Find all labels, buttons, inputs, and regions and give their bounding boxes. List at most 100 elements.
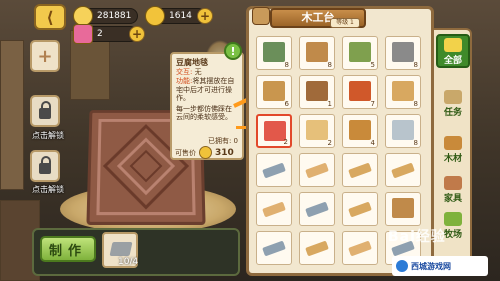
gold-value: 281881 (97, 11, 132, 21)
pipe-icon (262, 162, 286, 179)
furniture-icon (444, 176, 462, 190)
plus-icon: + (37, 45, 53, 67)
item-slot[interactable]: 5 (342, 36, 378, 70)
tooltip-effect-key: 交互: (176, 68, 193, 76)
item-count: 6 (284, 100, 289, 108)
metal-bar-icon (262, 240, 286, 257)
tooltip-price: 可售价 310 (175, 146, 234, 159)
back-button[interactable]: ⟨ (34, 4, 66, 30)
item-slot[interactable] (342, 231, 378, 265)
locked-slot-1[interactable] (30, 95, 60, 127)
gem-icon (73, 24, 93, 44)
item-count: 1 (327, 100, 332, 108)
item-slot[interactable] (342, 192, 378, 226)
plank-icon (348, 240, 372, 257)
tab-0[interactable]: 全部 (436, 34, 470, 68)
item-slot[interactable] (256, 153, 292, 187)
sink-icon (392, 120, 414, 140)
tooltip-owned: 已拥有: 0 (207, 137, 238, 145)
item-slot[interactable]: 6 (256, 75, 292, 109)
striped-box-icon (392, 81, 414, 101)
red-cabinet-icon (349, 81, 371, 101)
tooltip-flavor: 每一步都仿佛踩在云间的柔软感受。 (176, 104, 232, 122)
coin-value: 1614 (169, 11, 192, 21)
lock-icon (39, 101, 51, 119)
item-slot[interactable]: 8 (385, 36, 421, 70)
tooltip-desc-key: 功能: (176, 77, 193, 85)
price-value: 310 (215, 147, 234, 158)
tooltip-effect-value: 无 (194, 68, 202, 76)
folding-chair-icon (392, 42, 414, 62)
item-slot[interactable] (299, 231, 335, 265)
watermark-text: Bai经验 (388, 229, 446, 245)
ranch-icon (444, 212, 462, 226)
item-slot[interactable] (385, 192, 421, 226)
tab-2[interactable]: 木材 (436, 130, 470, 164)
unlock-label: 点击解锁 (32, 185, 64, 194)
gem-value: 2 (97, 29, 103, 39)
back-arrow-icon: ⟨ (46, 7, 54, 27)
plank-icon (391, 162, 415, 179)
chair-icon (392, 198, 414, 218)
add-coins-button[interactable]: + (197, 8, 213, 24)
plank-icon (348, 162, 372, 179)
item-slot[interactable]: 8 (385, 75, 421, 109)
level-badge: 等级 1 (330, 18, 360, 28)
material-count: 10/4 (118, 257, 139, 267)
item-slot[interactable] (299, 192, 335, 226)
plank-icon (348, 201, 372, 218)
add-slot-button[interactable]: + (30, 40, 60, 72)
scroll-icon (444, 90, 462, 104)
dog-house-icon (349, 120, 371, 140)
item-slot[interactable] (342, 153, 378, 187)
site-logo-icon (396, 260, 408, 272)
wood-icon (444, 136, 462, 150)
metal-bar-icon (305, 201, 329, 218)
item-slot[interactable]: 2 (299, 114, 335, 148)
item-slot[interactable]: 8 (299, 36, 335, 70)
tab-3[interactable]: 家具 (436, 170, 470, 204)
item-slot[interactable]: 4 (342, 114, 378, 148)
item-count: 7 (370, 100, 375, 108)
tab-label: 家具 (443, 194, 462, 204)
coin-counter: 1614 + (145, 6, 213, 26)
tab-label: 任务 (443, 108, 462, 118)
unlock-label: 点击解锁 (32, 131, 64, 140)
item-slot[interactable]: 7 (342, 75, 378, 109)
item-count: 8 (413, 100, 418, 108)
item-tooltip: 豆腐地毯 交互: 无 功能:将其摆放在自宅中后才可进行操作。 每一步都仿佛踩在云… (170, 52, 244, 160)
watermark-site-label: 西城游戏网 (411, 261, 451, 271)
tab-label: 全部 (443, 56, 462, 66)
gem-counter: 2 + (73, 24, 145, 44)
item-slot[interactable]: 8 (385, 114, 421, 148)
tab-label: 牧场 (443, 230, 462, 240)
gold-coin-icon (73, 6, 93, 26)
lock-icon (39, 156, 51, 174)
make-button[interactable]: 制作 (40, 236, 96, 262)
item-slot[interactable]: 1 (299, 75, 335, 109)
green-bench-icon (349, 42, 371, 62)
exclamation-icon: ! (230, 44, 236, 58)
item-slot[interactable] (299, 153, 335, 187)
item-count: 5 (370, 61, 375, 69)
item-slot[interactable] (385, 153, 421, 187)
item-count: 8 (413, 139, 418, 147)
price-label: 可售价 (175, 148, 196, 157)
tofu-block-icon (306, 120, 328, 140)
locked-slot-2[interactable] (30, 150, 60, 182)
item-slot[interactable]: 8 (256, 36, 292, 70)
plank-icon (305, 162, 329, 179)
item-slot[interactable]: 2 (256, 114, 292, 148)
item-slot[interactable] (256, 231, 292, 265)
item-count: 8 (284, 61, 289, 69)
info-button[interactable]: ! (224, 42, 242, 60)
add-gems-button[interactable]: + (129, 26, 145, 42)
deer-icon (252, 7, 270, 25)
rocking-horse-icon (306, 42, 328, 62)
item-count: 2 (327, 139, 332, 147)
table-icon (306, 81, 328, 101)
tab-1[interactable]: 任务 (436, 84, 470, 118)
gold-counter: 281881 (73, 6, 138, 26)
star-icon (444, 38, 462, 52)
item-slot[interactable] (256, 192, 292, 226)
